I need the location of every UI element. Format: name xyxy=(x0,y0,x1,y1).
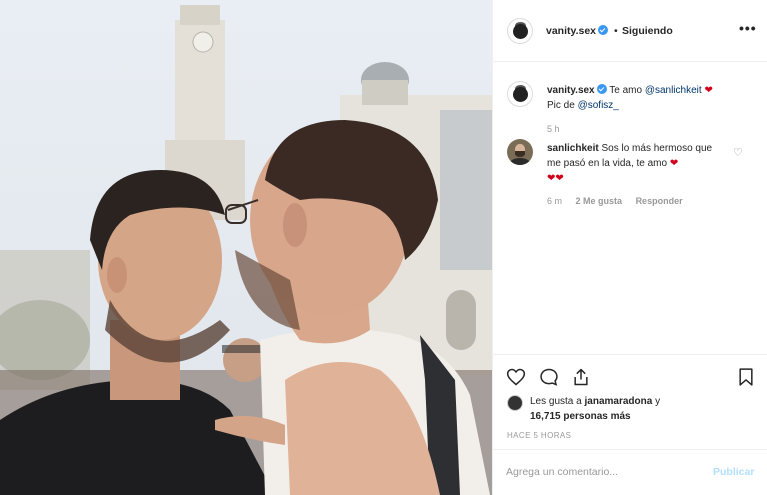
likes-prefix: Les gusta a xyxy=(530,396,582,407)
comment-likes-count[interactable]: 2 Me gusta xyxy=(576,196,623,206)
bookmark-icon[interactable] xyxy=(736,367,756,387)
post-timestamp[interactable]: HACE 5 HORAS xyxy=(507,431,571,440)
caption-mention-1[interactable]: @sanlichkeit xyxy=(645,85,702,96)
comment-input[interactable] xyxy=(506,462,696,482)
likes-summary: Les gusta a janamaradona y 16,715 person… xyxy=(530,394,730,424)
comment-time[interactable]: 6 m xyxy=(547,196,562,206)
heart-icon[interactable] xyxy=(506,367,526,387)
caption-time[interactable]: 5 h xyxy=(547,124,560,134)
post-photo[interactable] xyxy=(0,0,492,495)
verified-badge-icon xyxy=(596,84,607,94)
separator-dot: • xyxy=(614,25,618,37)
caption-avatar[interactable] xyxy=(507,81,533,107)
instagram-post: vanity.sex • Siguiendo ••• vanity.sex Te… xyxy=(0,0,767,495)
caption-username[interactable]: vanity.sex xyxy=(547,85,595,96)
photo-illustration xyxy=(0,0,492,495)
post-actions: Les gusta a janamaradona y 16,715 person… xyxy=(493,354,767,494)
post-sidebar: vanity.sex • Siguiendo ••• vanity.sex Te… xyxy=(492,0,767,495)
publish-button[interactable]: Publicar xyxy=(713,466,754,478)
comment-like-heart-icon[interactable]: ♡ xyxy=(733,146,743,159)
caption-text-1: Te amo xyxy=(609,85,643,96)
liker-username[interactable]: janamaradona xyxy=(585,396,653,407)
comment-icon[interactable] xyxy=(539,367,559,387)
username-text[interactable]: vanity.sex xyxy=(546,25,596,37)
heart-emoji-icon: ❤ xyxy=(669,158,679,169)
share-icon[interactable] xyxy=(571,367,591,387)
comment: sanlichkeit Sos lo más hermoso que me pa… xyxy=(547,141,727,186)
follow-status-button[interactable]: Siguiendo xyxy=(622,25,673,37)
hearts-emoji-icon: ❤❤ xyxy=(547,173,564,184)
commenter-avatar[interactable] xyxy=(507,139,533,165)
post-header: vanity.sex • Siguiendo ••• xyxy=(493,0,767,62)
caption-text-2: Pic de xyxy=(547,100,575,111)
profile-avatar[interactable] xyxy=(507,18,533,44)
liker-avatar[interactable] xyxy=(507,395,523,411)
caption-mention-2[interactable]: @sofisz_ xyxy=(578,100,619,111)
verified-badge-icon xyxy=(598,25,609,35)
reply-button[interactable]: Responder xyxy=(636,196,683,206)
likes-middle: y xyxy=(655,396,661,407)
more-options-icon[interactable]: ••• xyxy=(739,20,757,36)
likes-count[interactable]: 16,715 personas más xyxy=(530,411,631,422)
comments-section: vanity.sex Te amo @sanlichkeit ❤ Pic de … xyxy=(493,62,767,354)
caption: vanity.sex Te amo @sanlichkeit ❤ Pic de … xyxy=(547,83,747,113)
comment-username[interactable]: sanlichkeit xyxy=(547,143,599,154)
comment-meta: 6 m 2 Me gusta Responder xyxy=(547,196,694,206)
username-link[interactable]: vanity.sex xyxy=(546,25,609,37)
heart-emoji-icon: ❤ xyxy=(704,85,713,96)
add-comment-bar: Publicar xyxy=(493,449,767,495)
